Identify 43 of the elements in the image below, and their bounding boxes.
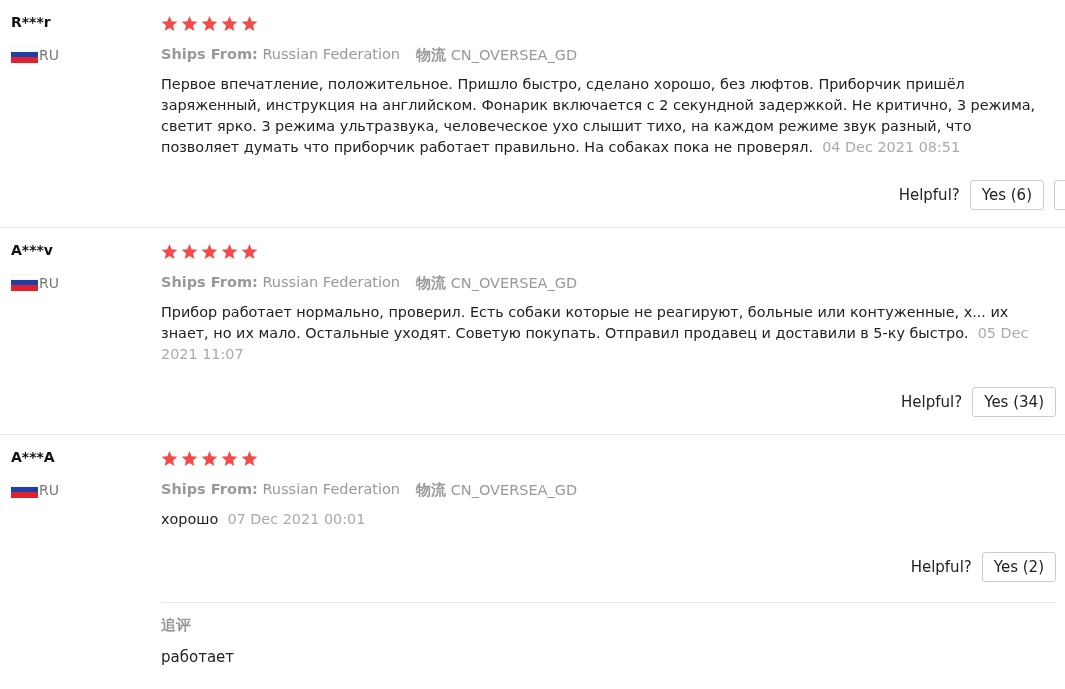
star-icon bbox=[201, 244, 218, 260]
logistics: 物流 CN_OVERSEA_GD bbox=[416, 274, 578, 293]
star-icon bbox=[161, 16, 178, 32]
ships-from: Ships From: Russian Federation bbox=[161, 46, 401, 64]
flag-icon bbox=[11, 274, 38, 291]
follow-up-label: 追评 bbox=[161, 616, 192, 635]
helpful-label: Helpful? bbox=[901, 393, 963, 411]
star-icon bbox=[161, 244, 178, 260]
ships-from: Ships From: Russian Federation bbox=[161, 274, 401, 292]
user-name: R***r bbox=[11, 14, 52, 32]
helpful-label: Helpful? bbox=[898, 186, 960, 204]
logistics: 物流 CN_OVERSEA_GD bbox=[416, 46, 578, 65]
star-icon bbox=[221, 451, 238, 467]
review-date: 07 Dec 2021 00:01 bbox=[227, 511, 366, 527]
star-icon bbox=[161, 451, 178, 467]
star-icon bbox=[181, 244, 198, 260]
star-icon bbox=[181, 16, 198, 32]
star-icon bbox=[201, 16, 218, 32]
yes-button[interactable]: Yes (6) bbox=[969, 180, 1044, 210]
star-icon bbox=[241, 451, 258, 467]
flag-icon bbox=[11, 46, 38, 63]
logistics: 物流 CN_OVERSEA_GD bbox=[416, 481, 578, 500]
ships-from: Ships From: Russian Federation bbox=[161, 481, 401, 499]
follow-up-text: работает bbox=[161, 648, 236, 666]
country-code: RU bbox=[39, 274, 59, 291]
star-icon bbox=[241, 16, 258, 32]
star-icon bbox=[221, 16, 238, 32]
star-icon bbox=[201, 451, 218, 467]
review-text: Прибор работает нормально, проверил. Есть собаки которые не реагируют, больные или контуженные, х... их знает, но их мало. Остальные уходят. Советую покупать. Отправил продавец и доставили в 5-ку быстро. 05 Dec 2021 11:07 bbox=[161, 303, 1030, 364]
flag-icon bbox=[11, 481, 38, 498]
country-code: RU bbox=[39, 481, 59, 498]
yes-button[interactable]: Yes (2) bbox=[981, 552, 1056, 582]
user-name: A***v bbox=[11, 242, 54, 260]
star-icon bbox=[241, 244, 258, 260]
user-name: A***A bbox=[11, 449, 56, 467]
yes-button[interactable]: Yes (34) bbox=[972, 387, 1056, 417]
review-text: хорошо 07 Dec 2021 00:01 bbox=[161, 510, 367, 529]
country-code: RU bbox=[39, 46, 59, 63]
star-icon bbox=[221, 244, 238, 260]
star-icon bbox=[181, 451, 198, 467]
review-date: 04 Dec 2021 08:51 bbox=[822, 139, 961, 155]
review-text: Первое впечатление, положительное. Пришло быстро, сделано хорошо, без люфтов. Приборчик пришёл заряженный, инструкция на английском. Фонарик включается с 2 секундной задержкой. Не критично, 3 режима, светит ярко. 3 режима ультразвука, человеческое ухо слышит тихо, на каждом режиме звук разный, что позволяет думать что приборчик работает правильно. На собаках пока не проверял. 04 Dec 2021 08:51 bbox=[161, 75, 1037, 157]
helpful-label: Helpful? bbox=[910, 558, 972, 576]
